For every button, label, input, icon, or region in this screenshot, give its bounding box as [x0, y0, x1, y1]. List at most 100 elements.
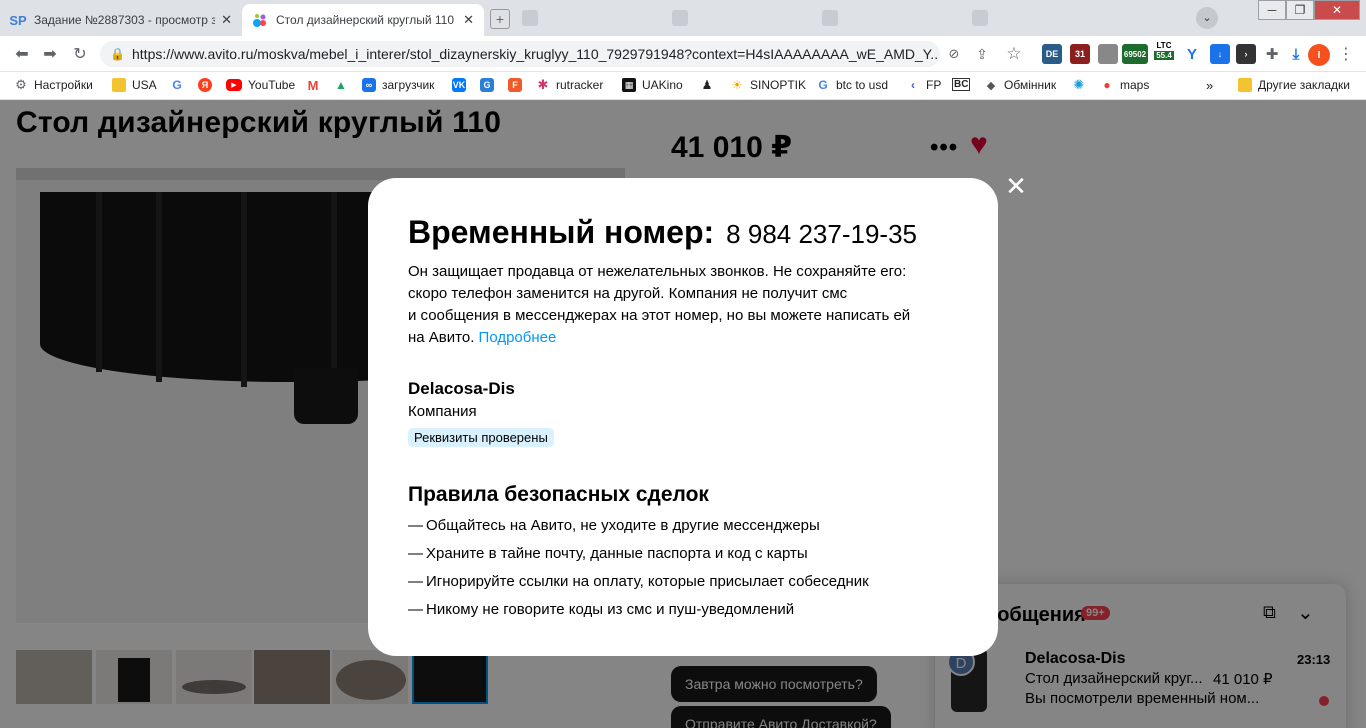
rule-text: Общайтесь на Авито, не уходите в другие … — [426, 517, 820, 534]
other-bookmarks[interactable]: Другие закладки — [1238, 78, 1350, 92]
bookmark-item[interactable]: ∞ загрузчик — [362, 78, 434, 92]
bookmark-item[interactable]: Я — [198, 78, 218, 92]
blurred-tab-icon[interactable] — [822, 10, 838, 26]
bookmark-item[interactable]: G — [170, 78, 190, 92]
sun-icon: ☀ — [731, 78, 743, 92]
rule-text: Игнорируйте ссылки на оплату, которые пр… — [426, 573, 869, 590]
y-extension-icon[interactable]: Y — [1182, 44, 1202, 64]
bookmark-item[interactable]: BC — [952, 78, 971, 91]
description-line: и сообщения в мессенджерах на этот номер… — [408, 307, 911, 324]
tab-avito[interactable]: Стол дизайнерский круглый 110 с ✕ — [242, 4, 484, 36]
url-text: https://www.avito.ru/moskva/mebel_i_inte… — [132, 46, 940, 62]
rutracker-icon: ✱ — [537, 77, 549, 92]
star-burst-icon: ✺ — [1073, 77, 1085, 92]
bookmark-item[interactable]: ‹ FP — [906, 78, 941, 92]
address-bar[interactable]: 🔒 https://www.avito.ru/moskva/mebel_i_in… — [100, 41, 940, 67]
bookmark-item[interactable]: ▶ YouTube — [226, 78, 295, 92]
extensions-puzzle-icon[interactable]: ✚ — [1262, 44, 1282, 64]
lock-icon: 🔒 — [110, 47, 125, 61]
seller-type: Компания — [408, 403, 477, 420]
forward-icon[interactable]: ➡ — [40, 44, 60, 64]
b-icon: G — [480, 78, 494, 92]
google-icon: G — [818, 78, 828, 92]
f-icon: F — [508, 78, 522, 92]
tab-bar: SP Задание №2887303 - просмотр з ✕ Стол … — [0, 0, 1366, 36]
profile-avatar[interactable]: I — [1308, 44, 1330, 66]
youtube-icon: ▶ — [226, 79, 242, 91]
folder-icon — [112, 78, 126, 92]
restore-icon[interactable]: ❐ — [1286, 0, 1314, 20]
bookmark-item[interactable]: ▦ UAKino — [622, 78, 683, 92]
folder-icon — [1238, 78, 1252, 92]
bookmark-item[interactable]: ✱ rutracker — [536, 77, 604, 92]
bookmark-item[interactable]: ⚙ Настройки — [14, 77, 93, 92]
reload-icon[interactable]: ↻ — [70, 44, 90, 64]
downloads-icon[interactable]: ⤓ — [1286, 44, 1306, 64]
download-extension-icon[interactable]: ↓ — [1210, 44, 1230, 64]
bookmark-item[interactable]: ▲ — [334, 78, 354, 92]
seller-name[interactable]: Delacosa-Dis — [408, 379, 958, 399]
bookmark-item[interactable]: ◆ Обмінник — [984, 78, 1056, 92]
menu-icon[interactable]: ⋮ — [1336, 44, 1356, 64]
bookmark-item[interactable]: M — [306, 78, 326, 93]
bookmarks-more[interactable]: » — [1206, 78, 1213, 93]
yandex-icon: Я — [198, 78, 212, 92]
bookmark-item[interactable]: ♟ — [700, 78, 720, 92]
blurred-tab-icon[interactable] — [972, 10, 988, 26]
bookmark-item[interactable]: F — [508, 78, 528, 92]
back-icon[interactable]: ⬅ — [12, 44, 32, 64]
tab-task[interactable]: SP Задание №2887303 - просмотр з ✕ — [0, 4, 242, 36]
rule-item: — Общайтесь на Авито, не уходите в другие… — [408, 516, 958, 535]
bookmark-item[interactable]: ● maps — [1100, 78, 1149, 92]
description-line: скоро телефон заменится на другой. Компа… — [408, 285, 848, 302]
calendar-extension-icon[interactable]: 31 — [1070, 44, 1090, 64]
bookmarks-bar: ⚙ Настройки USA G Я ▶ YouTube M ▲ ∞ загрузч… — [0, 72, 1366, 100]
modal-header: Временный номер: 8 984 237-19-35 — [408, 214, 958, 251]
blocked-icon[interactable]: ⊘ — [944, 44, 964, 64]
diamond-icon: ◆ — [986, 79, 996, 92]
rule-dash: — — [408, 573, 423, 590]
description-text: на Авито. — [408, 329, 479, 346]
blurred-tab-icon[interactable] — [672, 10, 688, 26]
more-info-link[interactable]: Подробнее — [479, 329, 557, 346]
rule-item: — Игнорируйте ссылки на оплату, которые п… — [408, 572, 958, 591]
modal-title: Временный номер: — [408, 214, 715, 250]
map-pin-icon: ● — [1103, 78, 1111, 92]
tab-title: Задание №2887303 - просмотр з — [34, 13, 216, 27]
pawn-icon: ♟ — [701, 78, 713, 92]
minimize-icon[interactable]: ─ — [1258, 0, 1286, 20]
terminal-extension-icon[interactable]: › — [1236, 44, 1256, 64]
gear-icon: ⚙ — [15, 77, 27, 92]
rule-item: — Храните в тайне почту, данные паспорта … — [408, 544, 958, 563]
google-icon: G — [172, 78, 182, 92]
tab-search-icon[interactable]: ⌄ — [1196, 7, 1218, 29]
blurred-tab-icon[interactable] — [522, 10, 538, 26]
close-icon[interactable]: ✕ — [1004, 173, 1028, 199]
bookmark-item[interactable]: VK — [452, 78, 472, 92]
bookmark-item[interactable]: USA — [112, 78, 157, 92]
rule-dash: — — [408, 601, 423, 618]
uakino-icon: ▦ — [622, 78, 636, 92]
ltc-extension-icon[interactable]: LTC 55.4 — [1152, 41, 1176, 67]
temporary-phone-number: 8 984 237-19-35 — [726, 219, 917, 249]
bookmark-item[interactable]: ☀ SINOPTIK — [730, 78, 806, 92]
bookmark-item[interactable]: ✺ — [1072, 77, 1092, 92]
tab-close-icon[interactable]: ✕ — [221, 12, 232, 28]
share-icon[interactable]: ⇪ — [972, 44, 992, 64]
bookmark-item[interactable]: Gbtc to usd — [816, 78, 888, 92]
new-tab-icon[interactable]: + — [490, 9, 510, 29]
briefcase-extension-icon[interactable] — [1098, 44, 1118, 64]
rule-text: Никому не говорите коды из смс и пуш-уве… — [426, 601, 795, 618]
bookmark-item[interactable]: G — [480, 78, 500, 92]
bookmark-star-icon[interactable]: ☆ — [1004, 44, 1024, 64]
drive-icon: ▲ — [335, 78, 347, 92]
temporary-number-modal: Временный номер: 8 984 237-19-35 Он защи… — [368, 178, 998, 656]
loader-icon: ∞ — [362, 78, 376, 92]
chevron-left-icon: ‹ — [911, 78, 915, 92]
tab-close-icon[interactable]: ✕ — [463, 12, 474, 28]
close-window-icon[interactable]: ✕ — [1314, 0, 1360, 20]
de-extension-icon[interactable]: DE — [1042, 44, 1062, 64]
modal-description: Он защищает продавца от нежелательных зв… — [408, 261, 938, 349]
browser-toolbar: ⬅ ➡ ↻ 🔒 https://www.avito.ru/moskva/mebe… — [0, 36, 1366, 72]
btc-extension-icon[interactable]: 69502 — [1122, 44, 1148, 64]
